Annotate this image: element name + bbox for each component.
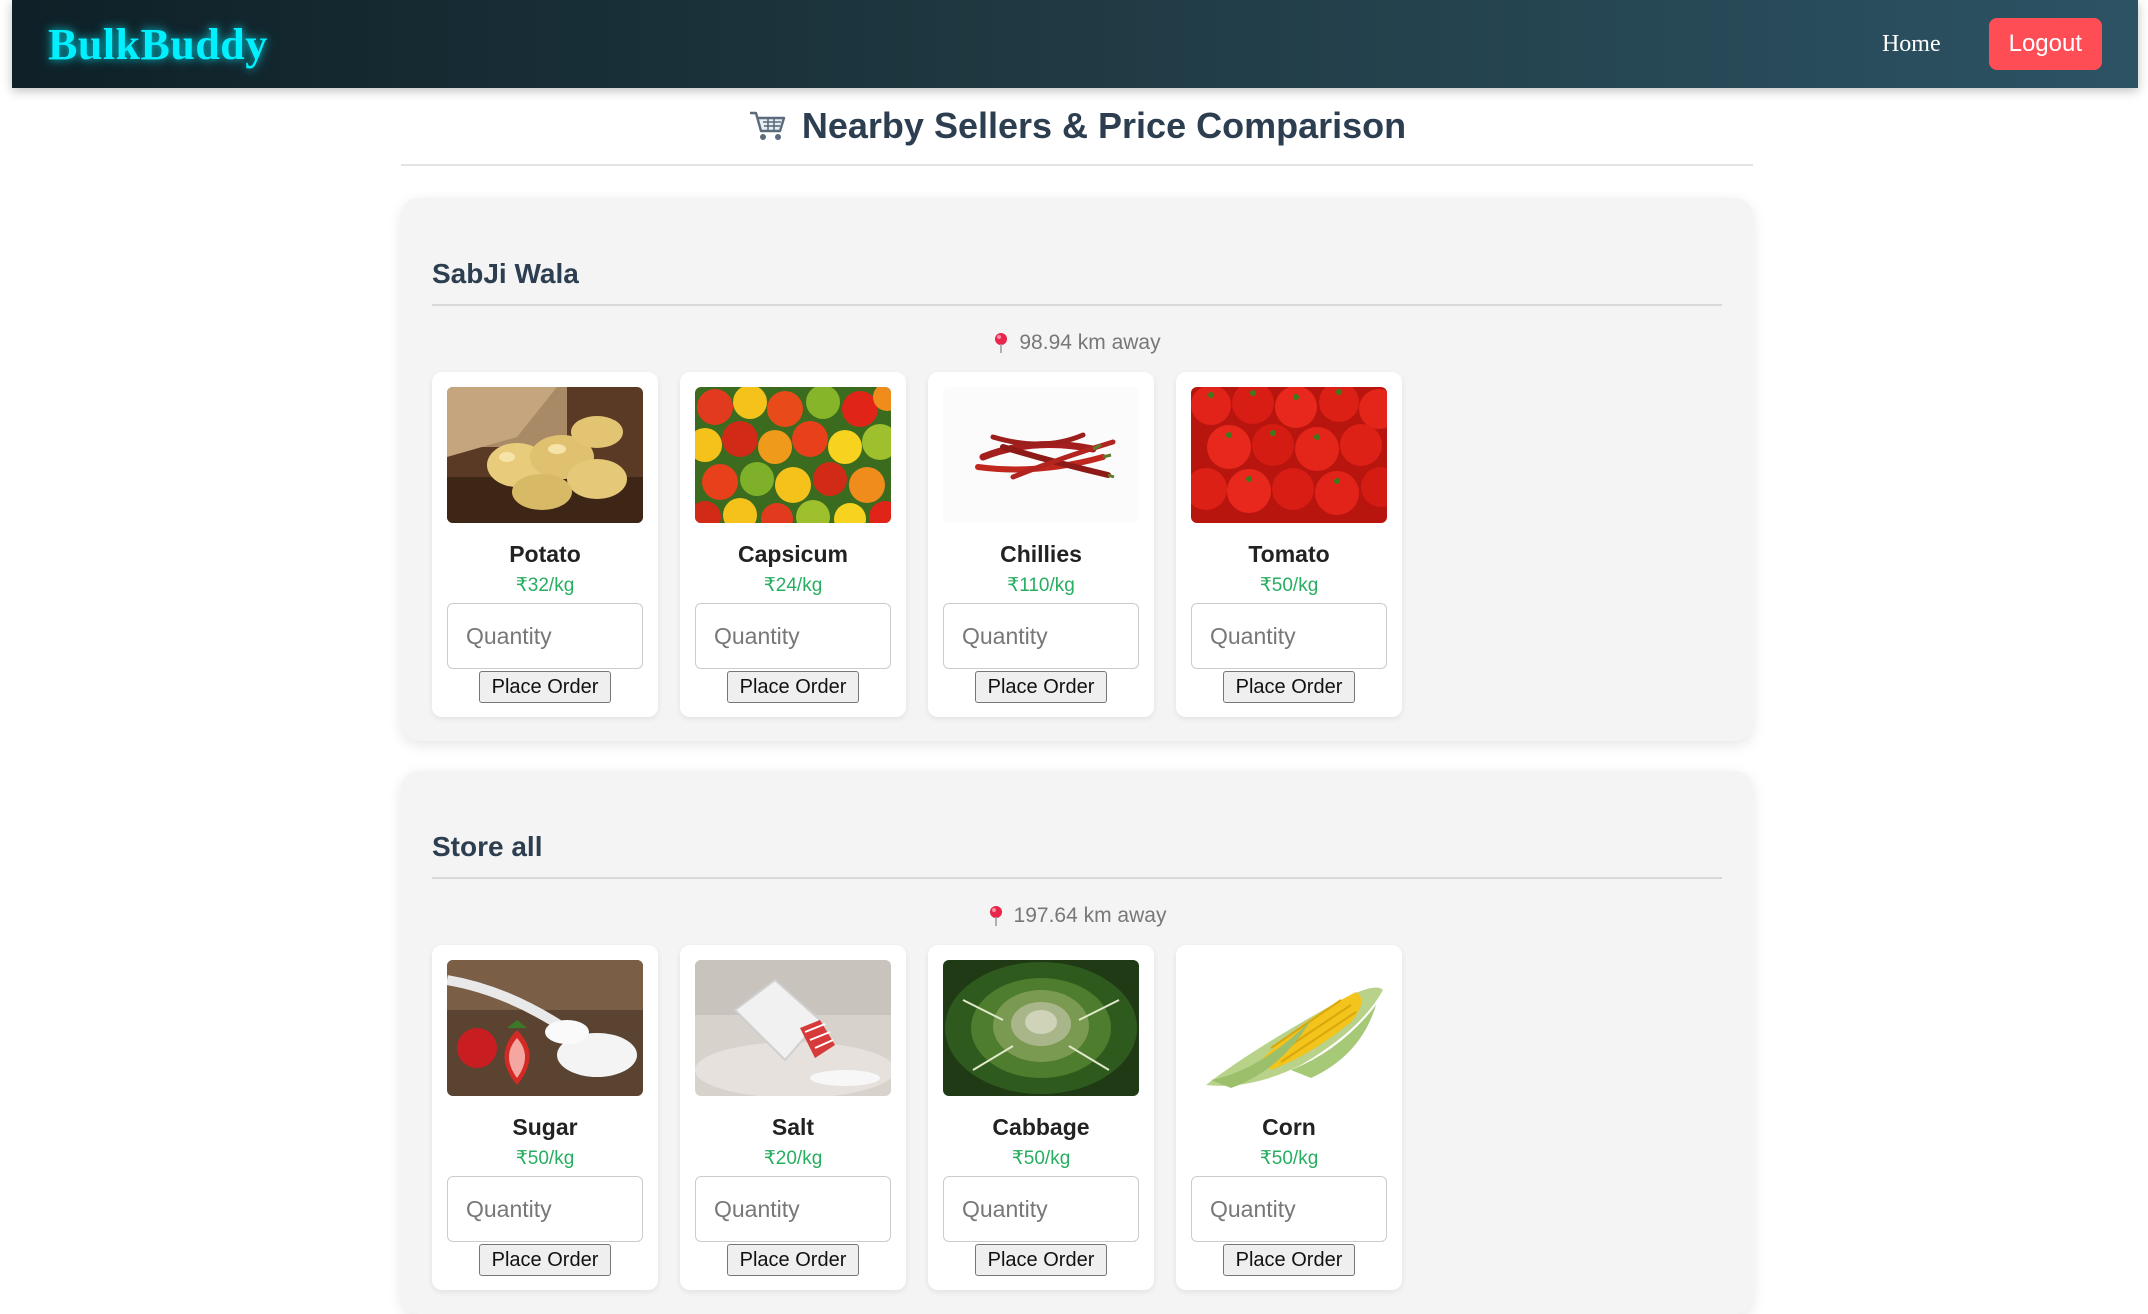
- seller-card: Store all 197.64 km away Sugar ₹50/kg Qu…: [401, 771, 1753, 1314]
- quantity-input[interactable]: [695, 603, 891, 669]
- product-price: ₹50/kg: [1011, 1148, 1071, 1169]
- product-name: Tomato: [1248, 541, 1330, 567]
- product-price: ₹50/kg: [1259, 575, 1319, 596]
- seller-name: Store all: [432, 831, 1722, 879]
- product-name: Corn: [1262, 1114, 1316, 1140]
- place-order-button[interactable]: Place Order: [974, 1244, 1108, 1276]
- product-card: Potato ₹32/kg Place Order: [432, 372, 658, 717]
- place-order-button[interactable]: Place Order: [726, 1244, 860, 1276]
- quantity-input[interactable]: [1191, 1176, 1387, 1242]
- product-price: ₹50/kg: [1259, 1148, 1319, 1169]
- product-price: ₹20/kg: [763, 1148, 823, 1169]
- product-card: Corn ₹50/kg Place Order: [1176, 945, 1402, 1290]
- quantity-input[interactable]: [943, 1176, 1139, 1242]
- place-order-button[interactable]: Place Order: [1222, 1244, 1356, 1276]
- place-order-button[interactable]: Place Order: [974, 671, 1108, 703]
- product-card: Salt ₹20/kg Place Order: [680, 945, 906, 1290]
- place-order-button[interactable]: Place Order: [726, 671, 860, 703]
- chillies-image: [943, 387, 1139, 523]
- seller-distance: 98.94 km away: [432, 328, 1722, 358]
- cabbage-image: [943, 960, 1139, 1096]
- navbar: BulkBuddy Home Logout: [12, 0, 2138, 88]
- quantity-input[interactable]: [1191, 603, 1387, 669]
- product-card: Chillies ₹110/kg Place Order: [928, 372, 1154, 717]
- location-pin-icon: [993, 332, 1009, 354]
- shopping-cart-icon: [748, 109, 788, 143]
- logout-button[interactable]: Logout: [1988, 18, 2102, 70]
- seller-card: SabJi Wala 98.94 km away Potato ₹32/kg Q…: [401, 198, 1753, 741]
- main-container: Nearby Sellers & Price Comparison SabJi …: [401, 88, 1753, 1314]
- product-card: Capsicum ₹24/kg Place Order: [680, 372, 906, 717]
- product-list: Potato ₹32/kg Place Order: [432, 372, 1722, 717]
- place-order-button[interactable]: Place Order: [1222, 671, 1356, 703]
- product-card: Sugar ₹50/kg Place Order: [432, 945, 658, 1290]
- place-order-button[interactable]: Place Order: [478, 1244, 612, 1276]
- product-name: Sugar: [512, 1114, 578, 1140]
- product-price: ₹50/kg: [515, 1148, 575, 1169]
- quantity-input[interactable]: [447, 1176, 643, 1242]
- product-list: Sugar ₹50/kg Place Order: [432, 945, 1722, 1290]
- quantity-input[interactable]: [447, 603, 643, 669]
- product-name: Cabbage: [992, 1114, 1090, 1140]
- product-name: Potato: [509, 541, 581, 567]
- nav-actions: Home Logout: [1882, 18, 2102, 70]
- product-name: Capsicum: [738, 541, 848, 567]
- page-title: Nearby Sellers & Price Comparison: [401, 88, 1753, 166]
- distance-text: 98.94 km away: [1019, 331, 1161, 354]
- quantity-input[interactable]: [943, 603, 1139, 669]
- brand-logo[interactable]: BulkBuddy: [48, 19, 268, 70]
- seller-name: SabJi Wala: [432, 258, 1722, 306]
- nav-home-link[interactable]: Home: [1882, 31, 1941, 58]
- seller-distance: 197.64 km away: [432, 901, 1722, 931]
- location-pin-icon: [988, 905, 1004, 927]
- distance-text: 197.64 km away: [1013, 904, 1167, 927]
- quantity-input[interactable]: [695, 1176, 891, 1242]
- tomato-image: [1191, 387, 1387, 523]
- page-title-text: Nearby Sellers & Price Comparison: [801, 105, 1407, 146]
- product-card: Cabbage ₹50/kg Place Order: [928, 945, 1154, 1290]
- product-name: Salt: [771, 1114, 815, 1140]
- product-card: Tomato ₹50/kg Place Order: [1176, 372, 1402, 717]
- product-price: ₹32/kg: [515, 575, 575, 596]
- place-order-button[interactable]: Place Order: [478, 671, 612, 703]
- product-name: Chillies: [1000, 541, 1082, 567]
- product-price: ₹110/kg: [1007, 575, 1075, 596]
- potato-image: [447, 387, 643, 523]
- corn-image: [1191, 960, 1387, 1096]
- sugar-image: [447, 960, 643, 1096]
- salt-image: [695, 960, 891, 1096]
- product-price: ₹24/kg: [763, 575, 823, 596]
- capsicum-image: [695, 387, 891, 523]
